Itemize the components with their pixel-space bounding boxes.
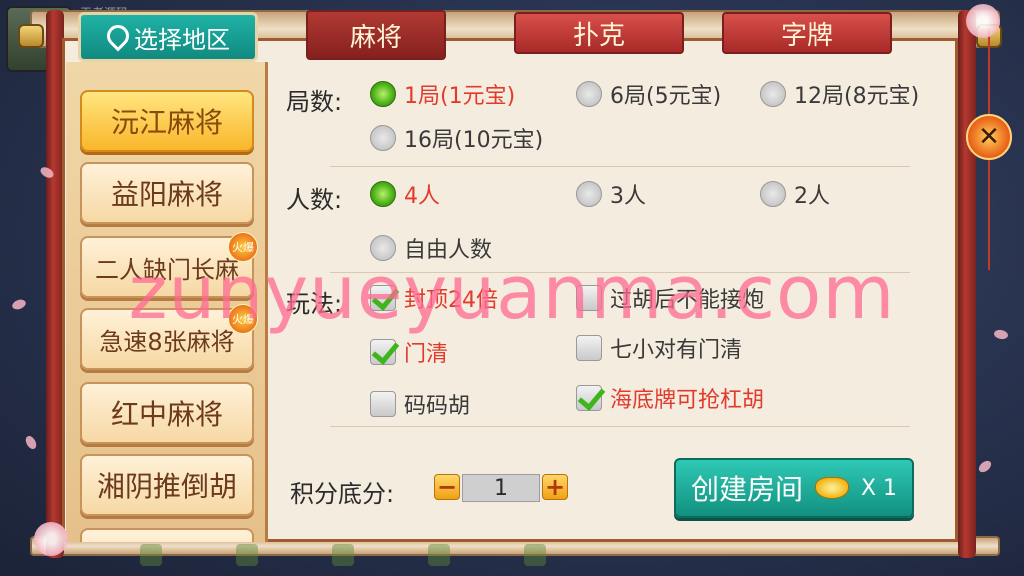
tab-label: 扑克 — [572, 20, 625, 51]
sidebar-item-label: 二人缺门长麻 — [95, 255, 239, 284]
petal-icon — [10, 297, 28, 312]
rule-cap-24x[interactable]: 封顶24倍 — [370, 282, 498, 314]
option-label: 16局(10元宝) — [404, 128, 544, 153]
rounds-option-12[interactable]: 12局(8元宝) — [760, 78, 919, 110]
nav-icon — [236, 544, 258, 566]
hot-badge-icon: 火爆 — [228, 232, 258, 262]
players-option-free[interactable]: 自由人数 — [370, 232, 492, 264]
radio-icon — [760, 181, 786, 207]
divider — [330, 272, 910, 273]
option-label: 2人 — [794, 184, 830, 209]
divider — [330, 426, 910, 427]
option-label: 自由人数 — [404, 238, 493, 263]
select-region-button[interactable]: 选择地区 — [78, 12, 258, 62]
option-label: 过胡后不能接炮 — [610, 288, 765, 313]
sidebar-item-label: 益阳麻将 — [110, 178, 223, 211]
radio-icon — [370, 125, 396, 151]
sidebar-item-label: 急速8张麻将 — [99, 327, 235, 356]
tab-poker[interactable]: 扑克 — [514, 12, 684, 54]
radio-icon — [576, 81, 602, 107]
checkbox-checked-icon — [370, 339, 396, 365]
checkbox-checked-icon — [576, 385, 602, 411]
checkbox-icon — [576, 335, 602, 361]
rule-menqing[interactable]: 门清 — [370, 336, 448, 368]
create-room-cost: X 1 — [860, 475, 898, 501]
radio-selected-icon — [370, 81, 396, 107]
rule-no-pao-after-pass[interactable]: 过胡后不能接炮 — [576, 282, 764, 314]
option-label: 1局(1元宝) — [404, 84, 516, 109]
close-button[interactable]: ✕ — [966, 114, 1012, 160]
create-room-button[interactable]: 创建房间 X 1 — [674, 458, 914, 518]
radio-icon — [760, 81, 786, 107]
sidebar-item-label: 红中麻将 — [110, 398, 223, 431]
create-room-label: 创建房间 — [690, 473, 803, 506]
players-option-2[interactable]: 2人 — [760, 178, 830, 210]
hot-badge-icon: 火爆 — [228, 304, 258, 334]
option-label: 4人 — [404, 184, 440, 209]
checkbox-checked-icon — [370, 285, 396, 311]
tab-zipai[interactable]: 字牌 — [722, 12, 892, 54]
rules-label: 玩法: — [286, 290, 343, 318]
score-value: 1 — [462, 474, 540, 502]
score-decrement-button[interactable]: − — [434, 474, 460, 500]
option-label: 6局(5元宝) — [610, 84, 722, 109]
petal-icon — [976, 458, 994, 475]
option-label: 封顶24倍 — [404, 288, 498, 313]
sidebar-item-two-player[interactable]: 二人缺门长麻 火爆 — [80, 232, 258, 298]
sidebar-item-label: 湘阴推倒胡 — [96, 470, 237, 503]
sidebar-item-yuanjiang[interactable]: 沅江麻将 — [80, 90, 254, 152]
rounds-option-1[interactable]: 1局(1元宝) — [370, 78, 515, 110]
sidebar-item-xiangyin[interactable]: 湘阴推倒胡 — [80, 454, 254, 516]
players-label: 人数: — [286, 186, 343, 214]
sidebar-item-hongzhong[interactable]: 红中麻将 — [80, 382, 254, 444]
players-option-3[interactable]: 3人 — [576, 178, 646, 210]
rule-mamahu[interactable]: 码码胡 — [370, 388, 470, 420]
sidebar-item-fast-8[interactable]: 急速8张麻将 火爆 — [80, 304, 258, 370]
option-label: 海底牌可抢杠胡 — [610, 388, 765, 413]
options-area: 局数: 1局(1元宝) 6局(5元宝) 12局(8元宝) 16局(10元宝) 人… — [270, 62, 956, 438]
nav-icon — [428, 544, 450, 566]
rod-cap-icon — [18, 24, 44, 48]
radio-icon — [370, 235, 396, 261]
location-pin-icon — [106, 25, 124, 49]
sidebar-item-yiyang[interactable]: 益阳麻将 — [80, 162, 254, 224]
background-nav-strip — [140, 540, 700, 570]
rounds-label: 局数: — [286, 88, 343, 116]
plum-blossom-icon — [34, 522, 68, 556]
petal-icon — [993, 328, 1009, 341]
radio-icon — [576, 181, 602, 207]
option-label: 码码胡 — [404, 394, 471, 419]
plum-blossom-icon — [966, 4, 1000, 38]
select-region-label: 选择地区 — [134, 25, 230, 54]
checkbox-icon — [370, 391, 396, 417]
petal-icon — [23, 434, 39, 451]
option-label: 门清 — [404, 342, 449, 367]
nav-icon — [332, 544, 354, 566]
game-sidebar: 沅江麻将 益阳麻将 二人缺门长麻 火爆 急速8张麻将 火爆 红中麻将 湘阴推倒胡 — [66, 62, 268, 542]
gold-ingot-icon — [814, 477, 849, 499]
tab-label: 字牌 — [780, 20, 833, 51]
checkbox-icon — [576, 285, 602, 311]
sidebar-item-label: 沅江麻将 — [110, 106, 223, 139]
option-label: 12局(8元宝) — [794, 84, 920, 109]
score-increment-button[interactable]: + — [542, 474, 568, 500]
rule-seven-pairs-menqing[interactable]: 七小对有门清 — [576, 332, 742, 364]
rounds-option-6[interactable]: 6局(5元宝) — [576, 78, 721, 110]
scroll-right-rod — [958, 10, 976, 558]
players-option-4[interactable]: 4人 — [370, 178, 440, 210]
radio-selected-icon — [370, 181, 396, 207]
tab-mahjong[interactable]: 麻将 — [306, 10, 446, 60]
rule-haidi-qiangganghu[interactable]: 海底牌可抢杠胡 — [576, 382, 764, 414]
tab-label: 麻将 — [349, 22, 402, 53]
nav-icon — [140, 544, 162, 566]
nav-icon — [524, 544, 546, 566]
divider — [330, 166, 910, 167]
rounds-option-16[interactable]: 16局(10元宝) — [370, 122, 543, 154]
option-label: 3人 — [610, 184, 646, 209]
option-label: 七小对有门清 — [610, 338, 743, 363]
base-score-label: 积分底分: — [290, 480, 395, 508]
sidebar-item-partial[interactable] — [80, 528, 254, 542]
